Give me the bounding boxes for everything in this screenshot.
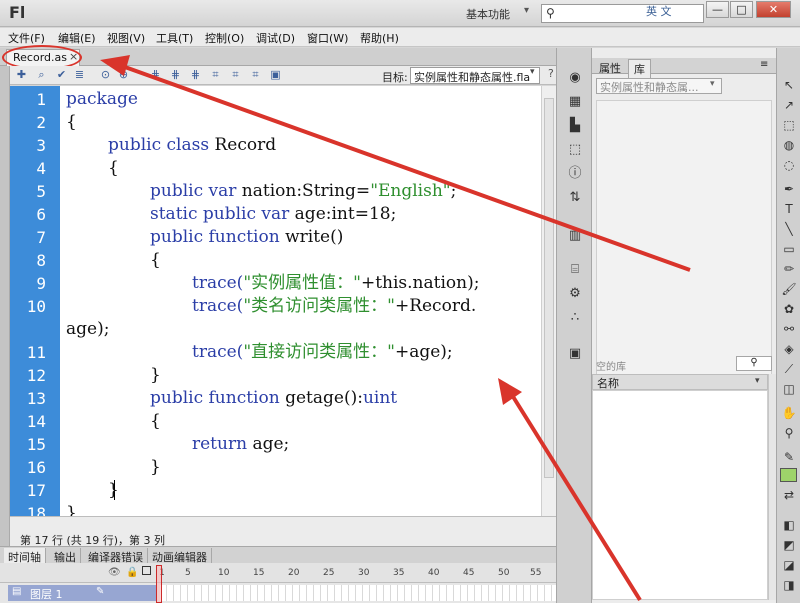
arrowhead xyxy=(100,55,130,76)
arrowhead xyxy=(498,378,522,405)
annotation-arrows xyxy=(100,55,691,602)
annotation-arrow-to-code xyxy=(510,393,642,602)
annotation-arrow-to-tab xyxy=(121,64,691,272)
